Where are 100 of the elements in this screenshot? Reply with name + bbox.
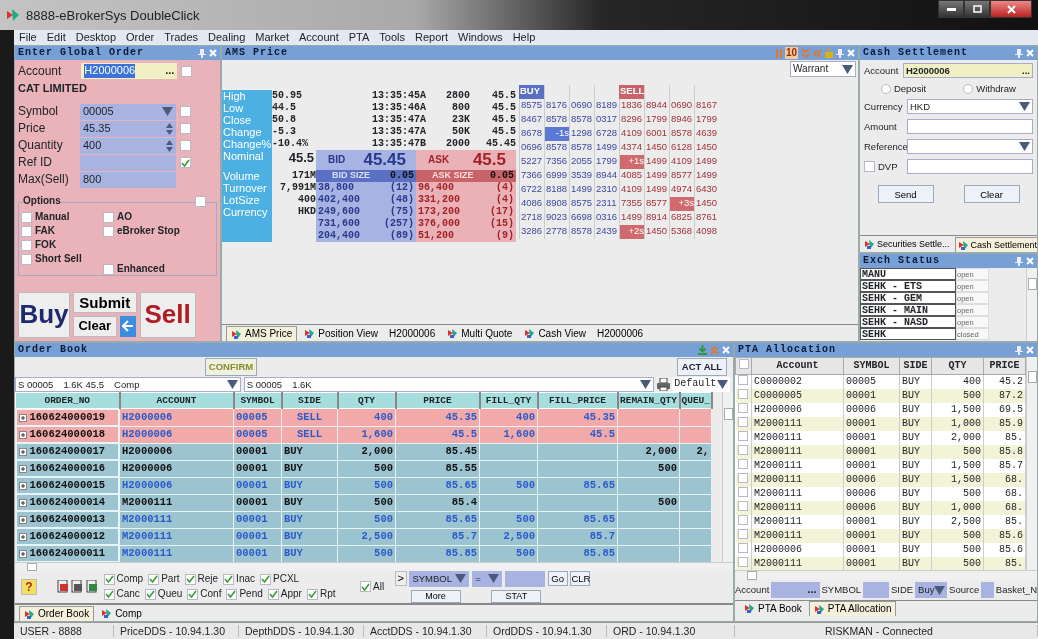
table-cell: 85.45 (395, 443, 480, 461)
account-field[interactable]: ... (771, 582, 820, 598)
dropdown[interactable]: 00005 (80, 103, 176, 120)
field-label: Max(Sell) (18, 172, 70, 187)
trade-time: 13:35:45A (371, 90, 426, 102)
table-cell: M2000111 (751, 557, 844, 570)
tab[interactable]: Order Book (19, 606, 95, 621)
account-field[interactable]: H2000006 ... (903, 63, 1033, 78)
stat-button[interactable]: STAT (491, 589, 542, 603)
menu-item[interactable]: Desktop (75, 30, 117, 45)
input-field[interactable]: 800 (80, 171, 176, 188)
menu-item[interactable]: Account (298, 30, 339, 45)
filter-dropdown[interactable]: S 00005 1.6K (243, 376, 654, 392)
filter-label: All (373, 580, 385, 593)
column-header[interactable]: ORDER_NO (15, 392, 120, 409)
tab[interactable]: Cash View H2000006 (519, 326, 649, 341)
more-button[interactable]: More (410, 589, 461, 603)
menu-item[interactable]: Order (126, 30, 155, 45)
act-all-button[interactable]: ACT ALL (677, 357, 727, 376)
tab[interactable]: AMS Price (226, 326, 298, 341)
menu-item[interactable]: Tools (379, 30, 405, 45)
depth-qty: 96,400 (418, 182, 454, 194)
tab[interactable]: PTA Allocation (808, 601, 897, 616)
column-header: BID SIZE (332, 170, 370, 182)
dropdown[interactable]: HKD (907, 99, 1033, 115)
input-field[interactable]: 400 (80, 137, 176, 154)
tab[interactable]: PTA Book (739, 601, 807, 616)
market-name: SEHK - MAIN (860, 304, 956, 316)
clear-button[interactable]: Clear (72, 315, 117, 337)
table-cell: 1,000 (931, 417, 984, 431)
expand-button[interactable]: > (394, 571, 407, 587)
table-cell: M2000111 (751, 473, 844, 487)
menu-item[interactable]: Help (512, 30, 536, 45)
trade-qty: 800 (451, 102, 470, 114)
menu-item[interactable]: Edit (46, 30, 66, 45)
column-header[interactable]: PRICE (983, 357, 1026, 375)
column-header[interactable]: Account (751, 357, 844, 375)
table-cell: 160624000016 (29, 462, 106, 476)
table-cell: H2000006 (119, 477, 234, 495)
table-cell: 1,500 (931, 473, 984, 487)
menu-item[interactable]: Market (255, 30, 289, 45)
input-field[interactable]: 45.35 (80, 120, 176, 137)
filter-dropdown[interactable]: S 00005 1.6K 45.5 Comp (15, 376, 241, 392)
menu-item[interactable]: Windows (458, 30, 503, 45)
broker-code: 2718 (519, 211, 544, 225)
tab[interactable]: Securities Settle... (861, 237, 953, 252)
table-cell: 85. (983, 557, 1026, 570)
view-dropdown[interactable]: Default (672, 376, 731, 392)
table-cell: 45.5 (537, 426, 618, 444)
depth-count: (17) (490, 206, 514, 218)
stat-label: High (222, 90, 272, 102)
column-header[interactable]: SYMBOL (233, 392, 282, 409)
menu-item[interactable]: Report (414, 30, 448, 45)
stat-label: Currency (222, 206, 272, 218)
action-button[interactable]: Clear (963, 185, 1020, 204)
column-header[interactable]: FILL_QTY (479, 392, 538, 409)
depth-qty: 731,600 (318, 218, 360, 230)
stat-value: 7,991M (279, 182, 316, 194)
table-cell: 85.65 (395, 511, 480, 529)
menu-item[interactable]: File (19, 30, 37, 45)
column-header[interactable]: SIDE (899, 357, 932, 375)
table-cell: 400 (479, 408, 538, 427)
clr-button[interactable]: CLR (570, 571, 591, 587)
tab[interactable]: Cash Settlement (954, 237, 1037, 252)
buy-button[interactable]: Buy (18, 292, 70, 338)
submit-button[interactable]: Submit (72, 292, 137, 313)
go-button[interactable]: Go (547, 571, 568, 587)
trade-time: 13:35:47A (371, 126, 426, 138)
menu-item[interactable]: Dealing (208, 30, 246, 45)
menu-item[interactable]: PTA (348, 30, 370, 45)
column-header[interactable]: SIDE (281, 392, 338, 409)
status-text: OrdDDS - 10.94.1.30 (487, 624, 607, 638)
dropdown[interactable]: Buy (915, 582, 948, 598)
tab[interactable]: Comp (96, 606, 147, 621)
column-header[interactable]: QTY (337, 392, 396, 409)
sell-button[interactable]: Sell (139, 292, 196, 338)
action-button[interactable]: Send (877, 185, 934, 204)
stat-value: 44.5 (272, 102, 297, 114)
broker-code: 0696 (519, 141, 544, 155)
dropdown[interactable]: Warrant (790, 61, 856, 77)
field-label: Account (18, 63, 62, 79)
filter-label: Pend (239, 588, 263, 601)
table-cell: 500 (479, 511, 538, 529)
broker-code: 6825 (669, 211, 694, 225)
number-label[interactable]: 10 (784, 47, 798, 59)
tab[interactable]: Position View H2000006 (299, 326, 441, 341)
column-header[interactable]: PRICE (395, 392, 480, 409)
account-field[interactable]: H2000006 ... (81, 63, 178, 79)
tab[interactable]: Multi Quote (442, 326, 518, 341)
help-button[interactable]: ? (21, 578, 37, 595)
column-header[interactable]: FILL_PRICE (537, 392, 618, 409)
column-header[interactable]: QUEU_ (679, 392, 712, 409)
column-header[interactable]: REMAIN_QTY (617, 392, 680, 409)
menu-item[interactable]: Trades (164, 30, 198, 45)
column-header[interactable]: QTY (931, 357, 984, 375)
column-header[interactable]: SYMBOL (843, 357, 900, 375)
field-label: Amount (864, 121, 898, 133)
field-label: Account (864, 64, 900, 77)
broker-code: 2055 (569, 155, 594, 169)
column-header[interactable]: ACCOUNT (119, 392, 234, 409)
